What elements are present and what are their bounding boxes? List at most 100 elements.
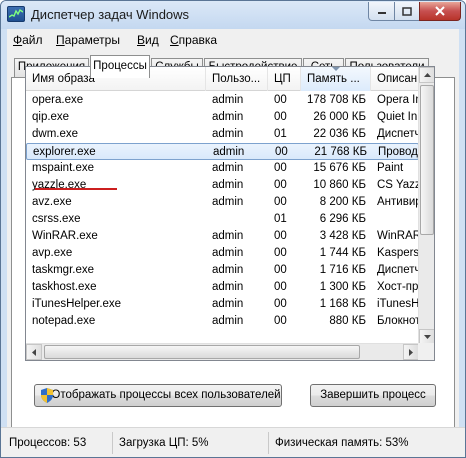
cell-cpu: 00 — [274, 179, 287, 191]
cell-user: admin — [212, 315, 244, 327]
status-cpu-load: Загрузка ЦП: 5% — [115, 432, 269, 454]
close-icon — [435, 6, 445, 16]
column-memory[interactable]: Память ... — [301, 67, 371, 91]
cell-user: admin — [212, 281, 244, 293]
cell-user: admin — [212, 162, 244, 174]
table-row[interactable]: explorer.exe admin 00 21 768 КБ Проводн — [26, 143, 420, 160]
cell-description: Kaspersk — [377, 247, 419, 259]
cell-image-name: notepad.exe — [32, 315, 96, 327]
cell-cpu: 01 — [274, 128, 287, 140]
cell-description: CS Yazzl — [377, 179, 419, 191]
cell-image-name: yazzle.exe — [32, 179, 87, 191]
table-row[interactable]: taskhost.exe admin 00 1 300 КБ Хост-пр — [26, 279, 419, 296]
cell-memory: 6 296 КБ — [319, 213, 366, 225]
cell-description: iTunesH — [377, 298, 419, 310]
horizontal-scrollbar[interactable] — [26, 343, 419, 360]
cell-image-name: iTunesHelper.exe — [32, 298, 122, 310]
cell-memory: 3 428 КБ — [319, 230, 366, 242]
table-row[interactable]: qip.exe admin 00 26 000 КБ Quiet In — [26, 109, 419, 126]
table-row[interactable]: WinRAR.exe admin 00 3 428 КБ WinRAR a — [26, 228, 419, 245]
cell-description: Антивир — [377, 196, 419, 208]
cell-memory: 8 200 КБ — [319, 196, 366, 208]
end-process-button[interactable]: Завершить процесс — [310, 384, 436, 407]
cell-user: admin — [212, 196, 244, 208]
cell-description: Проводн — [378, 146, 420, 158]
cell-image-name: mspaint.exe — [32, 162, 95, 174]
cell-cpu: 00 — [274, 298, 287, 310]
cell-cpu: 00 — [274, 281, 287, 293]
cell-description: Paint — [377, 162, 404, 174]
maximize-icon — [402, 6, 412, 16]
minimize-icon — [377, 12, 386, 14]
cell-memory: 1 716 КБ — [319, 264, 366, 276]
table-row[interactable]: avz.exe admin 00 8 200 КБ Антивир — [26, 194, 419, 211]
table-row[interactable]: iTunesHelper.exe admin 00 1 168 КБ iTunesH — [26, 296, 419, 313]
cell-memory: 880 КБ — [329, 315, 366, 327]
cell-user: admin — [212, 298, 244, 310]
process-list-header: Имя образа Пользо... ЦП Память ... Описа… — [26, 67, 419, 91]
cell-image-name: avz.exe — [32, 196, 72, 208]
cell-image-name: csrss.exe — [32, 213, 81, 225]
tab-processes[interactable]: Процессы — [90, 55, 150, 78]
scroll-right-button[interactable] — [403, 344, 419, 360]
cell-image-name: taskmgr.exe — [32, 264, 94, 276]
column-user[interactable]: Пользо... — [206, 67, 268, 91]
menu-options[interactable]: Параметры — [56, 33, 120, 47]
cell-image-name: taskhost.exe — [32, 281, 97, 293]
cell-user: admin — [212, 179, 244, 191]
cell-memory: 10 860 КБ — [313, 179, 366, 191]
vertical-scrollbar[interactable] — [418, 67, 434, 345]
menu-view[interactable]: Вид — [137, 33, 159, 47]
table-row[interactable]: mspaint.exe admin 00 15 676 КБ Paint — [26, 160, 419, 177]
sort-descending-icon — [332, 67, 340, 71]
cell-user: admin — [212, 264, 244, 276]
cell-cpu: 00 — [274, 94, 287, 106]
minimize-button[interactable] — [368, 2, 395, 21]
cell-user: admin — [213, 146, 245, 158]
show-all-processes-button[interactable]: Отображать процессы всех пользователей — [34, 384, 282, 407]
cell-description: Диспетч — [377, 128, 419, 140]
table-row[interactable]: yazzle.exe admin 00 10 860 КБ CS Yazzl — [26, 177, 419, 194]
cell-image-name: opera.exe — [32, 94, 84, 106]
maximize-button[interactable] — [394, 2, 420, 21]
cell-image-name: qip.exe — [32, 111, 70, 123]
table-row[interactable]: dwm.exe admin 01 22 036 КБ Диспетч — [26, 126, 419, 143]
cell-description: Диспетч — [377, 264, 419, 276]
cell-cpu: 00 — [275, 146, 288, 158]
menu-bar: Файл Параметры Вид Справка — [7, 29, 459, 51]
table-row[interactable]: avp.exe admin 00 1 744 КБ Kaspersk — [26, 245, 419, 262]
cell-memory: 22 036 КБ — [313, 128, 366, 140]
title-bar[interactable]: Диспетчер задач Windows — [1, 1, 465, 29]
scroll-up-button[interactable] — [419, 67, 434, 83]
cell-description — [371, 211, 419, 228]
cell-cpu: 00 — [274, 264, 287, 276]
cell-image-name: dwm.exe — [32, 128, 79, 140]
cell-cpu: 00 — [274, 111, 287, 123]
cell-memory: 21 768 КБ — [314, 146, 367, 158]
horizontal-scroll-thumb[interactable] — [44, 345, 360, 359]
cell-user: admin — [212, 230, 244, 242]
cell-user — [206, 211, 268, 228]
column-cpu[interactable]: ЦП — [268, 67, 301, 91]
table-row[interactable]: opera.exe admin 00 178 708 КБ Opera In — [26, 92, 419, 109]
cell-description: Блокнот — [377, 315, 419, 327]
scrollbar-corner — [418, 343, 434, 360]
column-description[interactable]: Описан — [371, 67, 419, 91]
cell-description: Хост-пр — [377, 281, 419, 293]
cell-image-name: WinRAR.exe — [32, 230, 98, 242]
close-button[interactable] — [419, 2, 461, 21]
red-annotation-underline — [35, 188, 117, 190]
table-row[interactable]: taskmgr.exe admin 00 1 716 КБ Диспетч — [26, 262, 419, 279]
arrow-right-icon — [409, 348, 413, 356]
process-list[interactable]: Имя образа Пользо... ЦП Память ... Описа… — [25, 66, 435, 361]
table-row[interactable]: csrss.exe 01 6 296 КБ — [26, 211, 419, 228]
cell-cpu: 00 — [274, 162, 287, 174]
status-bar: Процессов: 53 Загрузка ЦП: 5% Физическая… — [1, 427, 465, 457]
scroll-left-button[interactable] — [26, 344, 42, 360]
arrow-left-icon — [32, 348, 36, 356]
menu-file[interactable]: Файл — [13, 33, 43, 47]
table-row[interactable]: notepad.exe admin 00 880 КБ Блокнот — [26, 313, 419, 330]
menu-help[interactable]: Справка — [170, 33, 217, 47]
taskmgr-app-icon — [7, 6, 25, 22]
vertical-scroll-thumb[interactable] — [420, 85, 434, 235]
